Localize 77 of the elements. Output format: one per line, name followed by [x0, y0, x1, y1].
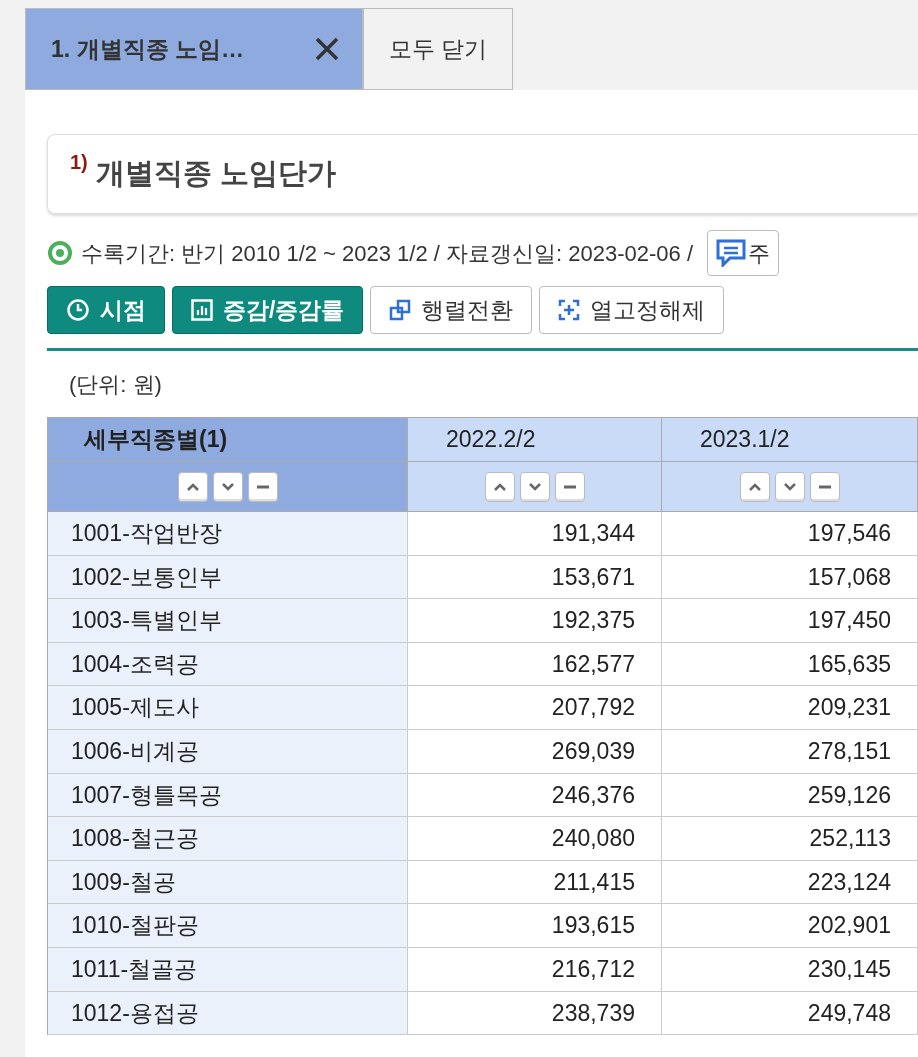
column-header: 세부직종별(1)	[82, 425, 228, 455]
table-cell: 240,080	[408, 817, 662, 861]
table-cell: 1006-비계공	[48, 729, 408, 774]
toolbar-button[interactable]: 증감/증감률	[172, 286, 364, 334]
chevron-down-icon	[527, 481, 542, 492]
table-cell: 246,376	[408, 773, 662, 818]
table-cell: 162,577	[408, 642, 662, 687]
table-cell: 207,792	[408, 686, 662, 730]
tab[interactable]: 1. 개별직종 노임…	[25, 8, 363, 90]
ring-dot-icon	[47, 240, 73, 266]
sort-descending-button[interactable]	[774, 471, 805, 502]
table-cell: 1001-작업반장	[48, 512, 408, 556]
chevron-down-icon	[782, 481, 797, 492]
page-title: 개별직종 노임단가	[95, 156, 336, 192]
table-cell: 211,415	[408, 860, 662, 905]
table-cell: 197,450	[662, 599, 918, 643]
table-cell: 1009-철공	[48, 860, 408, 905]
table-cell: 269,039	[408, 729, 662, 774]
table-cell: 202,901	[662, 904, 918, 948]
table-cell: 278,151	[662, 729, 918, 774]
table-cell: 1012-용접공	[48, 991, 408, 1036]
chevron-up-icon	[185, 481, 200, 492]
table-cell: 1010-철판공	[48, 904, 408, 948]
toolbar-button[interactable]: 시점	[47, 286, 165, 334]
chevron-up-icon	[747, 481, 762, 492]
unit-label: (단위: 원)	[69, 370, 162, 399]
table-cell: 259,126	[662, 773, 918, 818]
table-cell: 216,712	[408, 947, 662, 992]
table-cell: 197,546	[662, 512, 918, 556]
table-cell: 191,344	[408, 512, 662, 556]
clock-icon	[66, 298, 90, 322]
tab-label: 1. 개별직종 노임…	[51, 34, 244, 64]
toolbar-button[interactable]: 열고정해제	[539, 286, 725, 334]
minus-icon	[255, 484, 270, 489]
minus-icon	[817, 484, 832, 489]
speech-bubble-icon	[716, 239, 746, 267]
table-cell: 230,145	[662, 947, 918, 992]
table-cell: 153,671	[408, 555, 662, 600]
table-cell: 1002-보통인부	[48, 555, 408, 600]
period-info: 수록기간: 반기 2010 1/2 ~ 2023 1/2 / 자료갱신일: 2023-02-06 /	[81, 239, 693, 268]
table-cell: 1011-철골공	[48, 947, 408, 992]
sort-descending-button[interactable]	[519, 471, 550, 502]
sort-descending-button[interactable]	[212, 471, 243, 502]
table-cell: 223,124	[662, 860, 918, 905]
column-header: 2023.1/2	[699, 425, 790, 455]
comment-button[interactable]: 주	[707, 230, 779, 276]
table-cell: 252,113	[662, 817, 918, 861]
chevron-up-icon	[492, 481, 507, 492]
footnote-mark: 1)	[70, 150, 88, 175]
remove-column-button[interactable]	[247, 471, 278, 502]
table-cell: 192,375	[408, 599, 662, 643]
table-cell: 157,068	[662, 555, 918, 600]
toolbar-button[interactable]: 행렬전환	[370, 286, 533, 334]
table-cell: 249,748	[662, 991, 918, 1036]
tab-label: 모두 닫기	[389, 34, 488, 64]
table-cell: 238,739	[408, 991, 662, 1036]
minus-icon	[562, 484, 577, 489]
sort-ascending-button[interactable]	[739, 471, 770, 502]
column-header: 2022.2/2	[445, 425, 536, 455]
chevron-down-icon	[220, 481, 235, 492]
bar-chart-icon	[191, 299, 213, 321]
sort-ascending-button[interactable]	[484, 471, 515, 502]
table-cell: 1005-제도사	[48, 686, 408, 730]
table-cell: 209,231	[662, 686, 918, 730]
table-cell: 1007-형틀목공	[48, 773, 408, 818]
table-cell: 1008-철근공	[48, 817, 408, 861]
overlapping-squares-icon	[389, 299, 412, 321]
table-cell: 165,635	[662, 642, 918, 687]
remove-column-button[interactable]	[809, 471, 840, 502]
table-cell: 1004-조력공	[48, 642, 408, 687]
table-cell: 1003-특별인부	[48, 599, 408, 643]
close-icon[interactable]	[314, 36, 340, 62]
expand-frame-icon	[558, 299, 581, 321]
tab[interactable]: 모두 닫기	[363, 8, 514, 90]
remove-column-button[interactable]	[554, 471, 585, 502]
table-cell: 193,615	[408, 904, 662, 948]
sort-ascending-button[interactable]	[177, 471, 208, 502]
